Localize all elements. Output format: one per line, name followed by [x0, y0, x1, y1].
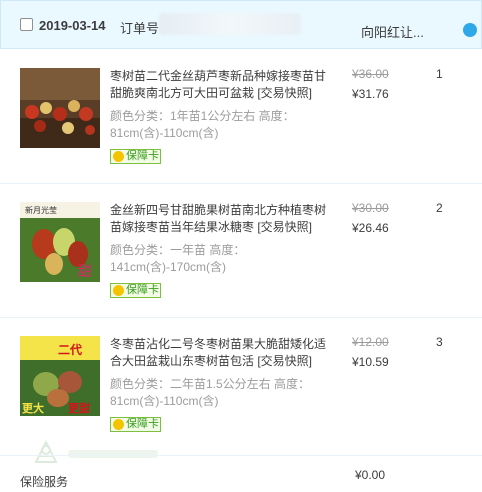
thumb-bigger-text: 更大 [22, 401, 44, 415]
guarantee-icon [113, 151, 124, 162]
product-attributes: 颜色分类：一年苗 高度：141cm(含)-170cm(含) [110, 243, 246, 274]
order-number-redacted [159, 13, 301, 35]
jujube-photo-3: 二代 更大 更甜 [20, 336, 100, 416]
product-image[interactable] [20, 68, 100, 148]
quantity: 3 [436, 335, 443, 349]
order-item: 枣树苗二代金丝葫芦枣新品种嫁接枣苗甘甜脆爽南北方可大田可盆栽 [交易快照] 颜色… [0, 49, 482, 183]
shop-name-link[interactable]: 向阳红让... [361, 22, 424, 41]
original-price: ¥36.00 [352, 67, 389, 81]
insurance-service-row: 保险服务 ¥0.00 [0, 455, 482, 492]
row-divider [0, 317, 482, 318]
product-image[interactable]: 二代 更大 更甜 [20, 336, 100, 416]
insurance-service-label: 保险服务 [20, 475, 69, 489]
product-attributes: 颜色分类：二年苗1.5公分左右 高度：81cm(含)-110cm(含) [110, 377, 311, 408]
guarantee-card-badge[interactable]: 保障卡 [110, 417, 161, 432]
product-title-link[interactable]: 枣树苗二代金丝葫芦枣新品种嫁接枣苗甘甜脆爽南北方可大田可盆栽 [交易快照] [110, 68, 332, 102]
guarantee-card-badge[interactable]: 保障卡 [110, 283, 161, 298]
original-price: ¥12.00 [352, 335, 389, 349]
order-number-label: 订单号 [120, 21, 160, 36]
actual-price: ¥31.76 [352, 87, 389, 101]
thumb-sweeter-text: 更甜 [68, 401, 90, 415]
thumb-title-text: 二代 [58, 342, 82, 357]
order-item: 新月光莹 甜 金丝新四号甘甜脆果树苗南北方种植枣树苗嫁接枣苗当年结果冰糖枣 [交… [0, 183, 482, 317]
insurance-service-fee: ¥0.00 [355, 468, 386, 482]
quantity: 2 [436, 201, 443, 215]
quantity: 1 [436, 67, 443, 81]
product-image[interactable]: 新月光莹 甜 [20, 202, 100, 282]
order-header: 2019-03-14 订单号 向阳红让... [0, 0, 482, 49]
thumb-sweet-text: 甜 [78, 264, 92, 280]
product-title-link[interactable]: 金丝新四号甘甜脆果树苗南北方种植枣树苗嫁接枣苗当年结果冰糖枣 [交易快照] [110, 202, 332, 236]
chat-icon[interactable] [463, 23, 477, 37]
original-price: ¥30.00 [352, 201, 389, 215]
order-date: 2019-03-14 [39, 18, 106, 33]
jujube-photo-1 [20, 68, 100, 148]
guarantee-card-badge[interactable]: 保障卡 [110, 149, 161, 164]
guarantee-card-label: 保障卡 [126, 284, 159, 296]
guarantee-icon [113, 419, 124, 430]
guarantee-icon [113, 285, 124, 296]
guarantee-card-label: 保障卡 [126, 150, 159, 162]
product-title-link[interactable]: 冬枣苗沾化二号冬枣树苗果大脆甜矮化适合大田盆栽山东枣树苗包活 [交易快照] [110, 336, 332, 370]
product-attributes: 颜色分类：1年苗1公分左右 高度：81cm(含)-110cm(含) [110, 109, 295, 140]
guarantee-card-label: 保障卡 [126, 418, 159, 430]
thumb-caption: 新月光莹 [25, 205, 57, 215]
order-select-checkbox[interactable] [20, 18, 33, 31]
row-divider [0, 183, 482, 184]
actual-price: ¥10.59 [352, 355, 389, 369]
jujube-photo-2: 新月光莹 甜 [20, 202, 100, 282]
actual-price: ¥26.46 [352, 221, 389, 235]
